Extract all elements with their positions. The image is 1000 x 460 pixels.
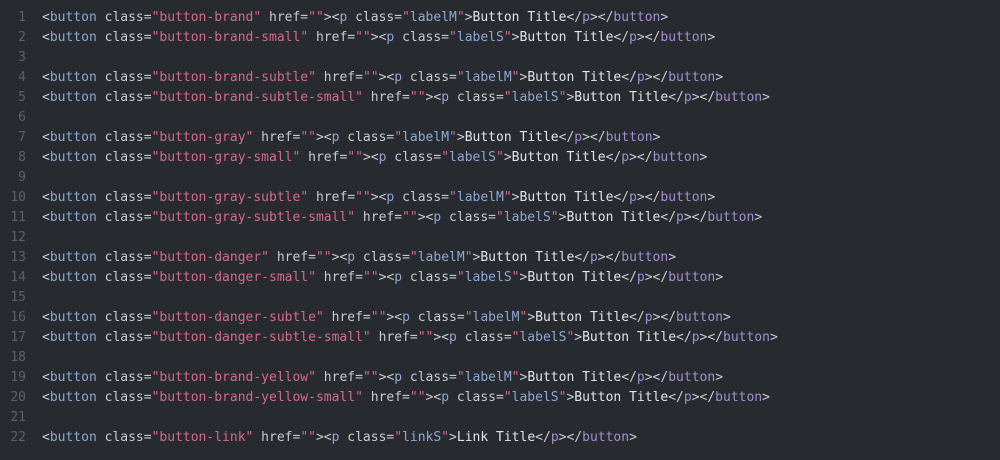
code-line[interactable]: 14 <button class="button-danger-small" hr… (0, 268, 1000, 288)
line-number: 6 (18, 110, 26, 125)
line-number: 20 (10, 390, 26, 405)
code-text: <button class="button-gray-subtle-small"… (42, 210, 763, 225)
code-line[interactable]: 8 <button class="button-gray-small" href=… (0, 148, 1000, 168)
code-line[interactable]: 10 <button class="button-gray-subtle" hre… (0, 188, 1000, 208)
code-text: <button class="button-danger-small" href… (42, 270, 724, 285)
line-number: 7 (18, 130, 26, 145)
code-line[interactable]: 16 <button class="button-danger-subtle" h… (0, 308, 1000, 328)
line-number: 5 (18, 90, 26, 105)
code-line[interactable]: 17 <button class="button-danger-subtle-sm… (0, 328, 1000, 348)
code-line[interactable]: 7 <button class="button-gray" href=""><p … (0, 128, 1000, 148)
code-line[interactable]: 20 <button class="button-brand-yellow-sma… (0, 388, 1000, 408)
code-text: <button class="button-danger-subtle" hre… (42, 310, 731, 325)
line-number: 3 (18, 50, 26, 65)
code-line[interactable]: 11 <button class="button-gray-subtle-smal… (0, 208, 1000, 228)
code-text: <button class="button-danger" href=""><p… (42, 250, 677, 265)
code-text: <button class="button-brand-yellow" href… (42, 370, 724, 385)
code-text: <button class="button-danger-subtle-smal… (42, 330, 778, 345)
line-number: 17 (10, 330, 26, 345)
code-line[interactable]: 21 (0, 408, 1000, 428)
code-text: <button class="button-gray-subtle" href=… (42, 190, 716, 205)
code-line[interactable]: 1 <button class="button-brand" href=""><p… (0, 8, 1000, 28)
line-number: 13 (10, 250, 26, 265)
code-line[interactable]: 4 <button class="button-brand-subtle" hre… (0, 68, 1000, 88)
code-text: <button class="button-brand-yellow-small… (42, 390, 770, 405)
code-line[interactable]: 6 (0, 108, 1000, 128)
code-line[interactable]: 15 (0, 288, 1000, 308)
line-number: 10 (10, 190, 26, 205)
line-number: 15 (10, 290, 26, 305)
code-text: <button class="button-link" href=""><p c… (42, 430, 637, 445)
code-text: <button class="button-brand" href=""><p … (42, 10, 669, 25)
code-text: <button class="button-brand-subtle" href… (42, 70, 724, 85)
code-line[interactable]: 19 <button class="button-brand-yellow" hr… (0, 368, 1000, 388)
code-line[interactable]: 12 (0, 228, 1000, 248)
line-number: 9 (18, 170, 26, 185)
code-editor[interactable]: 1 <button class="button-brand" href=""><p… (0, 0, 1000, 460)
line-number: 8 (18, 150, 26, 165)
code-text: <button class="button-brand-small" href=… (42, 30, 716, 45)
line-number: 22 (10, 430, 26, 445)
code-line[interactable]: 5 <button class="button-brand-subtle-smal… (0, 88, 1000, 108)
line-number: 16 (10, 310, 26, 325)
code-line[interactable]: 22 <button class="button-link" href=""><p… (0, 428, 1000, 448)
line-number: 4 (18, 70, 26, 85)
code-line[interactable]: 3 (0, 48, 1000, 68)
line-number: 19 (10, 370, 26, 385)
line-number: 2 (18, 30, 26, 45)
line-number: 12 (10, 230, 26, 245)
code-line[interactable]: 2 <button class="button-brand-small" href… (0, 28, 1000, 48)
code-line[interactable]: 13 <button class="button-danger" href="">… (0, 248, 1000, 268)
code-line[interactable]: 9 (0, 168, 1000, 188)
line-number: 18 (10, 350, 26, 365)
line-number: 21 (10, 410, 26, 425)
code-text: <button class="button-gray-small" href="… (42, 150, 708, 165)
line-number: 11 (10, 210, 26, 225)
line-number: 1 (18, 10, 26, 25)
code-text: <button class="button-gray" href=""><p c… (42, 130, 661, 145)
line-number: 14 (10, 270, 26, 285)
code-line[interactable]: 18 (0, 348, 1000, 368)
code-text: <button class="button-brand-subtle-small… (42, 90, 770, 105)
